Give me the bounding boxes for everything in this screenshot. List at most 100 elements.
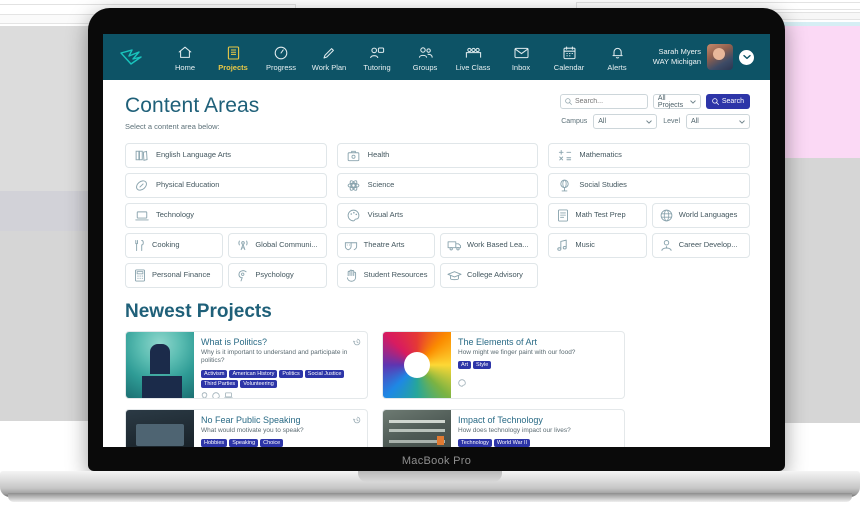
nav-item-tutoring[interactable]: Tutoring (353, 42, 401, 72)
laptop-screen: Home Projects Progress Work Plan Tutorin… (103, 34, 770, 447)
project-card-body: The Elements of Art How might we finger … (451, 332, 624, 398)
history-icon[interactable] (353, 338, 361, 346)
scene: Home Projects Progress Work Plan Tutorin… (0, 0, 860, 508)
project-card[interactable]: What is Politics? Why is it important to… (125, 331, 368, 399)
nav-label: Work Plan (311, 63, 347, 72)
content-tile-physical-education[interactable]: Physical Education (125, 173, 327, 198)
content-tile-label: College Advisory (467, 270, 523, 280)
project-thumbnail (126, 410, 194, 447)
laptop-icon (134, 210, 149, 222)
content-tile-science[interactable]: Science (336, 173, 539, 198)
project-tag[interactable]: Choice (260, 439, 284, 447)
math-icon (557, 149, 572, 162)
liveclass-icon (465, 44, 482, 61)
project-title: Impact of Technology (458, 415, 543, 425)
document-icon (555, 209, 570, 222)
project-tag[interactable]: Third Parties (201, 379, 239, 388)
content-tile-label: World Languages (678, 210, 738, 220)
nav-item-projects[interactable]: Projects (209, 42, 257, 72)
content-tile-mathematics[interactable]: Mathematics (548, 143, 751, 168)
content-tile-theatre-arts[interactable]: Theatre Arts (336, 233, 436, 258)
content-tile-college-advisory[interactable]: College Advisory (440, 263, 539, 288)
project-tag[interactable]: Politics (279, 369, 303, 378)
user-org: WAY Michigan (652, 57, 701, 66)
football-icon (134, 179, 149, 192)
nav-item-inbox[interactable]: Inbox (497, 42, 545, 72)
content-tile-music[interactable]: Music (548, 233, 647, 258)
lightbulb-icon[interactable] (201, 392, 208, 398)
palette-icon[interactable] (212, 392, 220, 398)
project-tag[interactable]: World War II (493, 439, 531, 447)
app-header: Home Projects Progress Work Plan Tutorin… (103, 34, 770, 80)
nav-item-live-class[interactable]: Live Class (449, 42, 497, 72)
content-tile-label: Science (367, 180, 395, 190)
project-tag[interactable]: Volunteering (240, 379, 277, 388)
content-tile-english-language-arts[interactable]: English Language Arts (125, 143, 327, 168)
nav-item-progress[interactable]: Progress (257, 42, 305, 72)
laptop-base-shadow (8, 493, 852, 502)
content-tile-social-studies[interactable]: Social Studies (548, 173, 751, 198)
project-tag[interactable]: Art (458, 361, 472, 370)
content-tile-math-test-prep[interactable]: Math Test Prep (548, 203, 647, 228)
project-card-footer (201, 392, 361, 398)
content-tile-technology[interactable]: Technology (125, 203, 327, 228)
nav-label: Home (174, 63, 195, 72)
content-tile-cooking[interactable]: Cooking (125, 233, 224, 258)
project-tag[interactable]: Style (473, 361, 492, 370)
content-tile-label: English Language Arts (156, 150, 232, 160)
project-card-footer (458, 379, 618, 388)
content-tile-label: Social Studies (579, 180, 627, 190)
project-card[interactable]: The Elements of Art How might we finger … (382, 331, 625, 399)
level-select[interactable]: All (686, 114, 750, 129)
project-tag[interactable]: Speaking (229, 439, 259, 447)
project-tag[interactable]: Social Justice (304, 369, 345, 378)
bird-logo-icon[interactable] (103, 48, 161, 66)
utensils-icon (132, 239, 147, 252)
content-tile-visual-arts[interactable]: Visual Arts (336, 203, 539, 228)
content-column-3: Mathematics Social Studies Math Test Pre… (548, 143, 751, 288)
content-tile-psychology[interactable]: Psychology (228, 263, 327, 288)
search-input[interactable] (575, 98, 643, 105)
newest-projects-title: Newest Projects (125, 301, 272, 322)
history-icon[interactable] (353, 416, 361, 424)
campus-select[interactable]: All (593, 114, 658, 129)
project-tags: Hobbies Speaking Choice (201, 439, 361, 447)
chevron-down-icon[interactable] (739, 49, 754, 65)
project-thumbnail (383, 332, 451, 398)
project-tag[interactable]: Hobbies (201, 439, 228, 447)
project-description: Why is it important to understand and pa… (201, 349, 348, 365)
nav-label: Tutoring (363, 63, 391, 72)
nav-item-groups[interactable]: Groups (401, 42, 449, 72)
project-card[interactable]: Impact of Technology How does technology… (382, 409, 625, 447)
search-field[interactable] (560, 94, 648, 109)
nav-item-calendar[interactable]: Calendar (545, 42, 593, 72)
project-scope-select[interactable]: All Projects (652, 94, 701, 109)
globe-stand-icon (557, 179, 572, 193)
nav-item-alerts[interactable]: Alerts (593, 42, 641, 72)
content-tile-pair: Cooking Global Communi... (125, 233, 327, 258)
project-card[interactable]: No Fear Public Speaking What would motiv… (125, 409, 368, 447)
content-tile-career-development[interactable]: Career Develop... (651, 233, 751, 258)
palette-icon[interactable] (458, 379, 466, 388)
laptop-icon[interactable] (224, 392, 233, 398)
search-button[interactable]: Search (705, 94, 750, 109)
user-menu[interactable]: Sarah Myers WAY Michigan (653, 44, 758, 70)
project-tag[interactable]: Technology (458, 439, 492, 447)
project-tag[interactable]: American History (229, 369, 278, 378)
content-tile-student-resources[interactable]: Student Resources (336, 263, 436, 288)
project-card-body: Impact of Technology How does technology… (451, 410, 624, 447)
nav-item-work-plan[interactable]: Work Plan (305, 42, 353, 72)
content-tile-global-communication[interactable]: Global Communi... (228, 233, 327, 258)
search-toolbar: All Projects Search Campus (560, 94, 750, 129)
music-note-icon (555, 239, 570, 252)
user-info: Sarah Myers WAY Michigan (653, 47, 701, 67)
bell-icon (611, 44, 624, 61)
content-tile-personal-finance[interactable]: Personal Finance (125, 263, 224, 288)
content-tile-health[interactable]: Health (336, 143, 539, 168)
project-tag[interactable]: Activism (201, 369, 228, 378)
content-tile-world-languages[interactable]: World Languages (651, 203, 751, 228)
avatar[interactable] (707, 44, 733, 70)
content-tile-work-based-learning[interactable]: Work Based Lea... (440, 233, 539, 258)
content-tile-pair: Theatre Arts Work Based Lea... (336, 233, 539, 258)
nav-item-home[interactable]: Home (161, 42, 209, 72)
